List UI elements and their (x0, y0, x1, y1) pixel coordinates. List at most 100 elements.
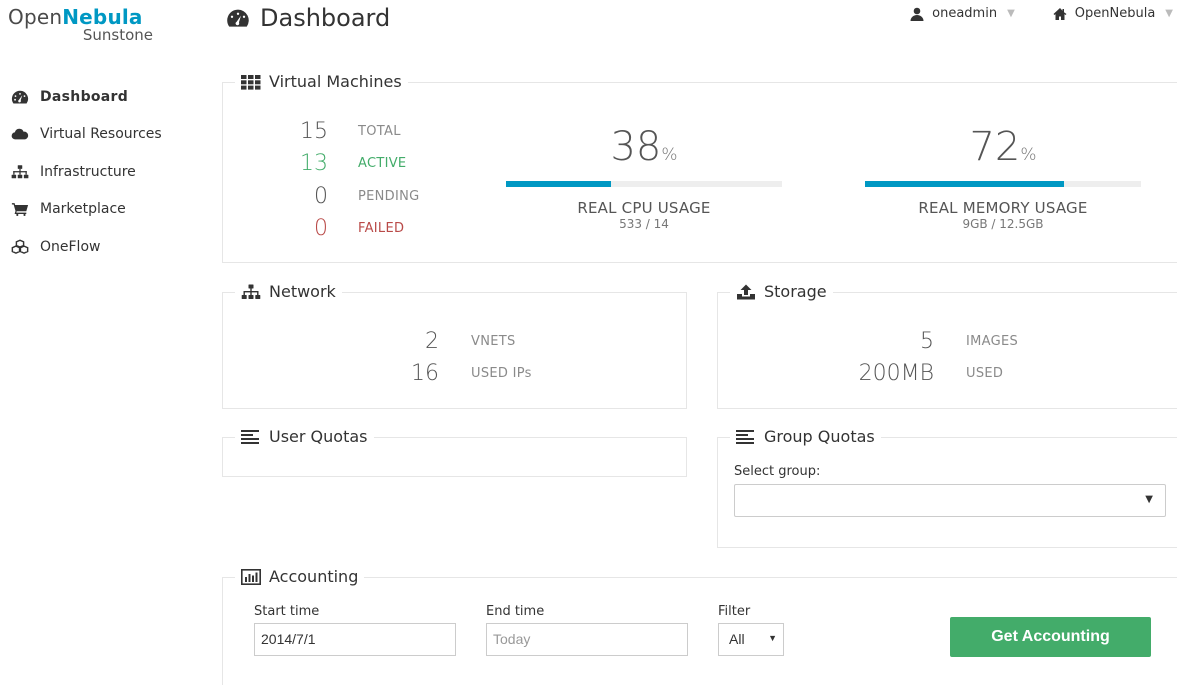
network-vnets[interactable]: 2 VNETS (373, 325, 516, 358)
user-quotas-title: User Quotas (235, 427, 374, 446)
storage-images[interactable]: 5 IMAGES (828, 325, 1018, 358)
cpu-gauge: 38% REAL CPU USAGE 533 / 14 (506, 125, 782, 231)
sidebar-item-label: Infrastructure (40, 163, 136, 180)
logo: OpenNebula Sunstone (8, 6, 158, 44)
bar-chart-icon (241, 568, 261, 585)
home-icon (1053, 7, 1067, 20)
sidebar-item-label: OneFlow (40, 238, 101, 255)
vm-panel: Virtual Machines 15 TOTAL 13 ACTIVE 0 PE… (222, 72, 1177, 263)
top-bar: oneadmin ▼ OpenNebula ▼ (872, 6, 1173, 21)
sidebar-item-label: Marketplace (40, 201, 126, 218)
logo-part1: Open (8, 5, 63, 29)
vnets-label: VNETS (471, 333, 516, 349)
sidebar-item-marketplace[interactable]: Marketplace (10, 191, 210, 229)
end-time-input[interactable]: Today (486, 623, 688, 656)
storage-panel-title-text: Storage (764, 282, 827, 301)
vm-active-count: 13 (300, 151, 328, 177)
memory-bar (865, 181, 1141, 187)
filter-select-value: All (729, 631, 745, 647)
storage-panel-title: Storage (730, 282, 833, 301)
memory-label: REAL MEMORY USAGE (918, 199, 1088, 217)
accounting-panel: Accounting Start time 2014/7/1 End time … (222, 567, 1177, 685)
vm-failed-label: FAILED (358, 221, 405, 237)
sidebar-item-label: Dashboard (40, 88, 129, 105)
user-name: oneadmin (932, 6, 998, 21)
dashboard-icon (10, 89, 30, 105)
memory-detail: 9GB / 12.5GB (962, 217, 1044, 231)
cpu-percent: 38 (610, 124, 662, 170)
chevron-down-icon: ▼ (1007, 8, 1015, 19)
chevron-down-icon: ▼ (1145, 494, 1153, 505)
images-label: IMAGES (966, 333, 1019, 349)
network-panel: Network 2 VNETS 16 USED IPs (222, 282, 687, 409)
sidebar-item-virtual-resources[interactable]: Virtual Resources (10, 116, 210, 154)
vm-stats: 15 TOTAL 13 ACTIVE 0 PENDING 0 FAILED (283, 115, 420, 245)
vm-pending[interactable]: 0 PENDING (283, 180, 420, 213)
cubes-icon (10, 239, 30, 255)
sidebar-item-infrastructure[interactable]: Infrastructure (10, 153, 210, 191)
select-group-label: Select group: (734, 464, 821, 479)
network-panel-title-text: Network (269, 282, 336, 301)
align-left-icon (241, 429, 259, 444)
ips-label: USED IPs (471, 365, 532, 381)
vm-panel-title: Virtual Machines (235, 72, 408, 91)
network-ips[interactable]: 16 USED IPs (373, 357, 532, 390)
sidebar-item-label: Virtual Resources (40, 126, 162, 143)
ips-count: 16 (411, 360, 439, 386)
sidebar-item-oneflow[interactable]: OneFlow (10, 228, 210, 266)
cloud-icon (10, 126, 30, 142)
group-quotas-title: Group Quotas (730, 427, 881, 446)
storage-panel: Storage 5 IMAGES 200MB USED (717, 282, 1177, 409)
dashboard-icon (227, 9, 249, 27)
vm-pending-label: PENDING (358, 188, 420, 204)
images-count: 5 (920, 328, 934, 354)
vm-active[interactable]: 13 ACTIVE (283, 148, 420, 181)
vm-active-label: ACTIVE (358, 156, 407, 172)
start-time-label: Start time (254, 604, 320, 619)
group-select[interactable]: ▼ (734, 484, 1166, 517)
vm-panel-title-text: Virtual Machines (269, 72, 402, 91)
user-quotas-title-text: User Quotas (269, 427, 368, 446)
align-left-icon (736, 429, 754, 444)
memory-percent: 72 (969, 124, 1021, 170)
sidebar: Dashboard Virtual Resources Infrastructu… (10, 78, 210, 266)
memory-unit: % (1020, 145, 1037, 165)
page-title: Dashboard (226, 4, 390, 32)
vm-failed[interactable]: 0 FAILED (283, 213, 420, 246)
group-quotas-title-text: Group Quotas (764, 427, 875, 446)
user-icon (910, 7, 924, 21)
th-icon (241, 74, 261, 90)
cpu-unit: % (661, 145, 678, 165)
group-quotas-panel: Group Quotas Select group: ▼ (717, 427, 1177, 548)
vnets-count: 2 (425, 328, 439, 354)
accounting-title: Accounting (235, 567, 365, 586)
cpu-detail: 533 / 14 (619, 217, 669, 231)
chevron-down-icon: ▼ (768, 633, 777, 643)
zone-name: OpenNebula (1074, 6, 1156, 21)
start-time-input[interactable]: 2014/7/1 (254, 623, 456, 656)
filter-label: Filter (718, 604, 751, 619)
cpu-label: REAL CPU USAGE (577, 199, 711, 217)
filter-select[interactable]: All ▼ (718, 623, 784, 656)
memory-gauge: 72% REAL MEMORY USAGE 9GB / 12.5GB (865, 125, 1141, 231)
accounting-title-text: Accounting (269, 567, 359, 586)
shopping-cart-icon (10, 201, 30, 217)
network-panel-title: Network (235, 282, 342, 301)
end-time-label: End time (486, 604, 545, 619)
storage-used[interactable]: 200MB USED (828, 357, 1003, 390)
zone-menu[interactable]: OpenNebula ▼ (1053, 6, 1173, 21)
sidebar-item-dashboard[interactable]: Dashboard (10, 78, 210, 116)
chevron-down-icon: ▼ (1165, 8, 1173, 19)
cpu-bar (506, 181, 782, 187)
sitemap-icon (241, 284, 261, 299)
cpu-bar-fill (506, 181, 611, 187)
vm-failed-count: 0 (314, 216, 328, 242)
user-quotas-panel: User Quotas (222, 427, 687, 477)
used-label: USED (966, 365, 1004, 381)
vm-pending-count: 0 (314, 183, 328, 209)
sitemap-icon (10, 164, 30, 180)
user-menu[interactable]: oneadmin ▼ (910, 6, 1015, 21)
get-accounting-button[interactable]: Get Accounting (950, 617, 1151, 657)
vm-total-label: TOTAL (358, 123, 401, 139)
vm-total[interactable]: 15 TOTAL (283, 115, 420, 148)
